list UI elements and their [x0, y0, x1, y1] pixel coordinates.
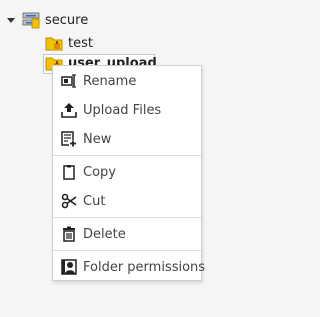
trash-icon [61, 226, 77, 242]
menu-item-copy[interactable]: Copy [53, 158, 201, 186]
menu-item-copy-label: Copy [83, 164, 116, 180]
copy-icon [61, 164, 77, 180]
folder-permissions-icon [61, 259, 77, 275]
scissors-icon [61, 193, 77, 209]
menu-item-cut[interactable]: Cut [53, 187, 201, 215]
menu-item-folder-permissions[interactable]: Folder permissions [53, 253, 205, 281]
menu-separator [53, 217, 201, 218]
folder-lock-icon [45, 34, 63, 52]
context-menu: Rename Upload Files New Copy Cut Delete … [52, 65, 205, 281]
menu-separator [53, 250, 201, 251]
menu-item-cut-label: Cut [83, 193, 106, 209]
menu-item-rename-label: Rename [83, 73, 137, 89]
menu-item-upload-files-label: Upload Files [83, 102, 162, 118]
tree-toggle-expanded-icon[interactable] [7, 18, 15, 23]
menu-item-new-label: New [83, 131, 112, 147]
menu-item-new[interactable]: New [53, 125, 201, 153]
tree-node-root[interactable]: secure [22, 10, 88, 30]
menu-item-delete-label: Delete [83, 226, 126, 242]
menu-item-delete[interactable]: Delete [53, 220, 201, 248]
tree-node-root-label: secure [45, 12, 89, 28]
upload-icon [61, 102, 77, 118]
storage-icon [22, 11, 40, 29]
new-file-icon [61, 131, 77, 147]
tree-node-test-label: test [68, 35, 93, 51]
tree-node-test[interactable]: test [45, 33, 93, 53]
menu-item-rename[interactable]: Rename [53, 67, 201, 95]
menu-separator [53, 155, 201, 156]
rename-icon [61, 73, 77, 89]
menu-item-upload-files[interactable]: Upload Files [53, 96, 201, 124]
menu-item-folder-permissions-label: Folder permissions [83, 259, 206, 275]
